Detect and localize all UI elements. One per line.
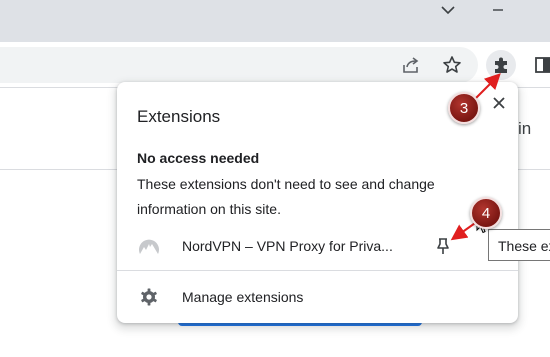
step-badge-3: 3	[448, 92, 480, 124]
minimize-button[interactable]	[478, 0, 518, 20]
pin-tooltip: These ex	[488, 229, 550, 261]
bookmark-button[interactable]	[437, 50, 467, 80]
section-heading: No access needed	[137, 150, 260, 166]
title-bar	[0, 0, 550, 42]
share-button[interactable]	[396, 50, 426, 80]
minimize-icon	[493, 9, 503, 11]
close-icon	[493, 97, 505, 109]
close-button[interactable]	[487, 91, 511, 115]
section-description: These extensions don't need to see and c…	[137, 176, 435, 217]
manage-extensions-button[interactable]: Manage extensions	[117, 282, 518, 312]
sign-in-link[interactable]: in	[518, 119, 531, 139]
star-icon	[443, 56, 461, 73]
manage-extensions-label: Manage extensions	[182, 289, 304, 305]
gear-icon	[141, 288, 157, 306]
divider	[117, 270, 518, 271]
side-panel-button[interactable]	[528, 50, 550, 80]
tab-search-button[interactable]	[428, 0, 468, 20]
side-panel-icon	[535, 57, 550, 73]
share-icon	[403, 57, 419, 73]
pin-icon[interactable]	[433, 236, 453, 256]
nordvpn-icon	[139, 239, 159, 254]
popup-title: Extensions	[137, 107, 221, 126]
chevron-down-icon	[441, 6, 455, 15]
extension-name: NordVPN – VPN Proxy for Priva...	[182, 238, 393, 254]
step-badge-4: 4	[470, 197, 502, 229]
extensions-button[interactable]	[486, 50, 516, 80]
puzzle-icon	[495, 57, 507, 73]
extension-row[interactable]: NordVPN – VPN Proxy for Priva...	[117, 228, 518, 264]
